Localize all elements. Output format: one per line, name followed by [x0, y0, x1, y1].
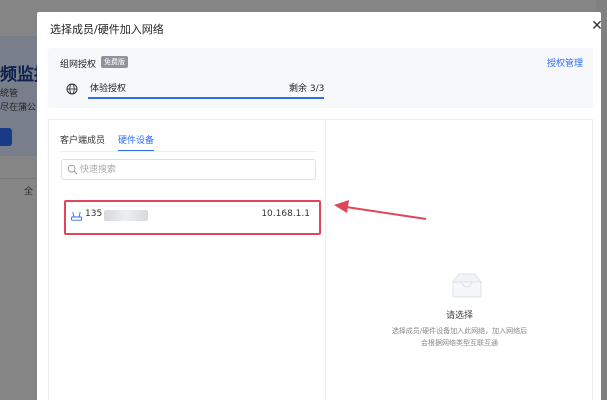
redacted-text-mask [104, 210, 148, 221]
dialog-title: 选择成员/硬件加入网络 [50, 23, 164, 36]
authorization-label: 组网授权 [60, 60, 97, 70]
device-name: 135 [85, 209, 103, 219]
tab-client-members[interactable]: 客户端成员 [60, 133, 105, 146]
quota-progress-bar [88, 97, 324, 99]
tab-hardware-devices[interactable]: 硬件设备 [118, 133, 154, 146]
selection-pane: 客户端成员 硬件设备 135 10.168.1.1 [48, 119, 326, 400]
empty-state-description-2: 会根据网络类型互联互通 [421, 339, 498, 347]
selected-pane: 请选择 选择成员/硬件设备加入此网络，加入网络后 会根据网络类型互联互通 [326, 119, 593, 400]
add-to-network-dialog: 选择成员/硬件加入网络 ✕ 组网授权 免费版 授权管理 体验授权 剩余 3/3 … [37, 12, 603, 400]
plan-badge: 免费版 [101, 56, 128, 68]
search-icon [67, 164, 78, 175]
search-input[interactable] [80, 162, 310, 177]
quota-progress-fill [88, 97, 324, 99]
globe-icon [66, 83, 78, 95]
plan-name: 体验授权 [90, 84, 127, 94]
empty-state-title: 请选择 [445, 311, 473, 321]
search-box [61, 159, 316, 180]
empty-box-icon [452, 273, 482, 298]
tabs-divider [60, 151, 316, 152]
device-ip-address: 10.168.1.1 [261, 209, 310, 219]
device-list-item[interactable]: 135 10.168.1.1 [64, 200, 321, 235]
empty-state-description: 选择成员/硬件设备加入此网络，加入网络后 [391, 327, 528, 335]
network-authorization-card: 组网授权 免费版 授权管理 体验授权 剩余 3/3 [48, 48, 593, 108]
remaining-quota: 剩余 3/3 [289, 84, 325, 94]
manage-authorization-link[interactable]: 授权管理 [547, 56, 583, 69]
close-button[interactable]: ✕ [589, 18, 605, 34]
router-icon [71, 211, 82, 221]
